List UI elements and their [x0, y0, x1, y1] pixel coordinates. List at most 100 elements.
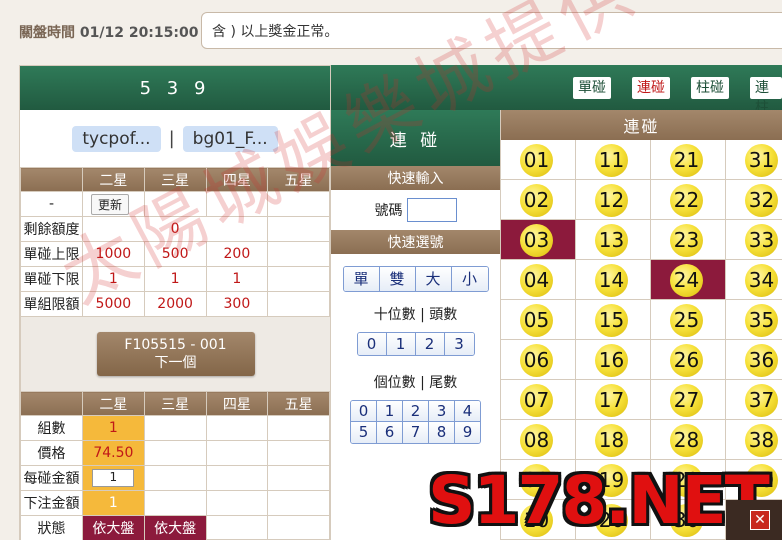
number-ball: 18: [595, 424, 628, 457]
table-row: 下注金額 1: [20, 490, 330, 516]
table-cell: [267, 266, 330, 292]
quick-panel-title: 連 碰: [331, 110, 500, 166]
row-label: 價格: [20, 440, 83, 466]
number-cell[interactable]: 13: [576, 220, 651, 260]
number-cell[interactable]: 14: [576, 260, 651, 300]
close-icon[interactable]: ✕: [750, 510, 770, 530]
number-cell[interactable]: 22: [651, 180, 726, 220]
next-button[interactable]: F105515 - 001 下一個: [96, 332, 255, 376]
units-digit-button[interactable]: 1: [377, 401, 403, 422]
number-cell[interactable]: 31: [726, 140, 782, 180]
table-cell: 1: [143, 266, 207, 292]
number-cell[interactable]: 21: [651, 140, 726, 180]
number-cell[interactable]: 27: [651, 380, 726, 420]
number-cell[interactable]: 11: [576, 140, 651, 180]
table-cell: [267, 291, 330, 317]
tens-digit-button[interactable]: 1: [386, 333, 416, 355]
table-cell: 1: [82, 266, 145, 292]
number-cell[interactable]: 23: [651, 220, 726, 260]
number-cell[interactable]: 12: [576, 180, 651, 220]
number-cell[interactable]: 35: [726, 300, 782, 340]
tab-single[interactable]: 單碰: [573, 77, 611, 99]
quick-input-header: 快速輸入: [331, 166, 500, 190]
remaining-quota-value: 0: [81, 216, 269, 242]
number-cell[interactable]: 07: [501, 380, 576, 420]
number-cell[interactable]: 33: [726, 220, 782, 260]
units-digit-button[interactable]: 2: [403, 401, 429, 422]
number-ball: 16: [595, 344, 628, 377]
table-row: 單組限額 5000 2000 300: [20, 291, 330, 317]
number-ball: 24: [670, 264, 703, 297]
units-digit-button[interactable]: 6: [377, 422, 403, 443]
units-digit-button[interactable]: 3: [429, 401, 455, 422]
tab-multi-column[interactable]: 連柱: [750, 77, 782, 116]
row-label: 組數: [20, 415, 83, 441]
units-digit-button[interactable]: 5: [351, 422, 377, 443]
small-button[interactable]: 小: [451, 267, 488, 291]
number-ball: 37: [745, 384, 778, 417]
table-row: 單碰上限 1000 500 200: [20, 241, 330, 267]
number-cell[interactable]: 04: [501, 260, 576, 300]
limits-header-row: 二星 三星 四星 五星: [20, 167, 330, 192]
number-cell[interactable]: 18: [576, 420, 651, 460]
number-ball: 06: [520, 344, 553, 377]
units-digit-button[interactable]: 9: [455, 422, 480, 443]
number-cell[interactable]: 38: [726, 420, 782, 460]
number-cell[interactable]: 37: [726, 380, 782, 420]
number-cell[interactable]: 24: [651, 260, 726, 300]
limits-table: 二星 三星 四星 五星 - 更新 剩餘額度 0 單碰上限 1000 500 20…: [20, 167, 330, 317]
number-ball: 35: [745, 304, 778, 337]
number-cell[interactable]: 05: [501, 300, 576, 340]
number-input[interactable]: [406, 198, 457, 222]
number-ball: 33: [745, 224, 778, 257]
number-grid-title: 連碰: [501, 110, 782, 140]
table-row: 剩餘額度 0: [20, 216, 330, 242]
number-cell[interactable]: 08: [501, 420, 576, 460]
odd-button[interactable]: 單: [343, 267, 380, 291]
amount-per-bet-input[interactable]: 1: [92, 469, 135, 487]
units-digit-button[interactable]: 8: [429, 422, 455, 443]
tens-digit-button[interactable]: 3: [444, 333, 474, 355]
account-chip-2[interactable]: bg01_F...: [182, 125, 278, 152]
number-cell[interactable]: 32: [726, 180, 782, 220]
number-cell[interactable]: 17: [576, 380, 651, 420]
tens-caption: 十位數 | 頭數: [373, 307, 458, 323]
tab-multi[interactable]: 連碰: [632, 77, 670, 99]
number-cell[interactable]: 16: [576, 340, 651, 380]
big-button[interactable]: 大: [415, 267, 452, 291]
number-ball: 05: [520, 304, 553, 337]
number-cell[interactable]: 06: [501, 340, 576, 380]
number-cell[interactable]: 15: [576, 300, 651, 340]
bet-col-header: 三星: [143, 391, 207, 416]
number-cell[interactable]: 03: [501, 220, 576, 260]
number-cell[interactable]: 25: [651, 300, 726, 340]
number-ball: 12: [595, 184, 628, 217]
number-cell[interactable]: 28: [651, 420, 726, 460]
number-cell[interactable]: 01: [501, 140, 576, 180]
tens-digit-button[interactable]: 0: [357, 333, 387, 355]
number-cell[interactable]: 34: [726, 260, 782, 300]
ad-banner[interactable]: S178.NET: [428, 462, 770, 540]
bet-table: 二星 三星 四星 五星 組數 1 價格 74.50 每碰金額 1 下注金額 1 …: [20, 391, 330, 540]
limits-col-header: 三星: [143, 167, 207, 192]
update-button[interactable]: 更新: [91, 193, 130, 215]
table-row: 狀態 依大盤 依大盤: [20, 515, 330, 540]
units-digit-button[interactable]: 0: [351, 401, 377, 422]
units-digit-button[interactable]: 4: [455, 401, 480, 422]
limits-col-header: 五星: [267, 167, 330, 192]
table-cell: 2000: [143, 291, 207, 317]
tab-column[interactable]: 柱碰: [691, 77, 729, 99]
units-digit-button[interactable]: 7: [403, 422, 429, 443]
account-chip-1[interactable]: tycpof...: [72, 125, 161, 152]
table-row: 組數 1: [20, 415, 330, 441]
close-time: 關盤時間 01/12 20:15:00: [19, 22, 198, 42]
bet-col-header: 五星: [267, 391, 330, 416]
number-ball: 01: [520, 144, 553, 177]
table-cell: 1: [205, 266, 269, 292]
number-cell[interactable]: 02: [501, 180, 576, 220]
number-ball: 36: [745, 344, 778, 377]
tens-digit-button[interactable]: 2: [415, 333, 445, 355]
number-cell[interactable]: 36: [726, 340, 782, 380]
number-cell[interactable]: 26: [651, 340, 726, 380]
even-button[interactable]: 雙: [379, 267, 416, 291]
